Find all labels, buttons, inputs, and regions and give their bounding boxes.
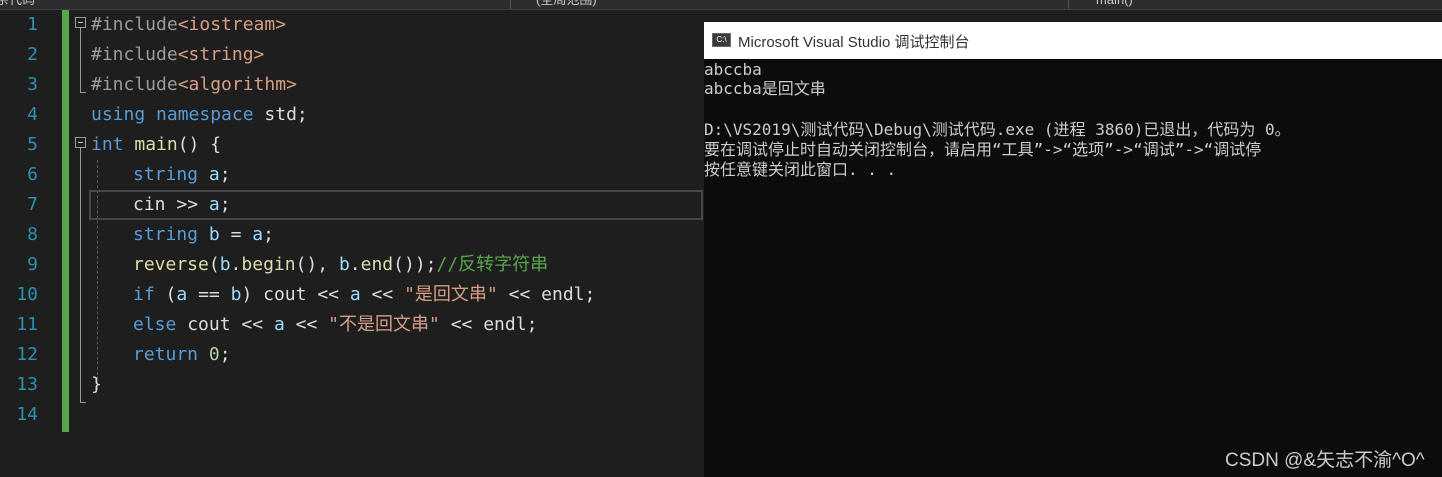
csdn-watermark: CSDN @&矢志不渝^O^ — [1225, 450, 1425, 471]
code-line-3: #include<algorithm> — [91, 74, 297, 95]
line-number: 3 — [27, 74, 38, 95]
line-number: 12 — [16, 344, 38, 365]
member-dropdown[interactable]: main() — [1096, 0, 1133, 9]
code-line-4: using namespace std; — [91, 104, 308, 125]
outline-line — [80, 148, 81, 402]
outline-line — [80, 28, 81, 92]
console-title: Microsoft Visual Studio 调试控制台 — [738, 34, 970, 51]
line-number: 2 — [27, 44, 38, 65]
nav-divider — [1068, 0, 1069, 9]
line-number: 1 — [27, 14, 38, 35]
line-number: 4 — [27, 104, 38, 125]
code-line-10: if (a == b) cout << a << "是回文串" << endl; — [133, 284, 596, 305]
console-title-bar[interactable]: C:\ Microsoft Visual Studio 调试控制台 — [704, 22, 1442, 59]
code-line-11: else cout << a << "不是回文串" << endl; — [133, 314, 538, 335]
line-number: 14 — [16, 404, 38, 425]
code-line-7: cin >> a; — [133, 194, 231, 215]
code-line-2: #include<string> — [91, 44, 265, 65]
console-app-icon: C:\ — [712, 33, 731, 47]
project-dropdown[interactable]: 杂代码 — [0, 0, 35, 9]
navigation-bar: 杂代码 (全局范围) main() — [0, 0, 1442, 10]
console-output-line: D:\VS2019\测试代码\Debug\测试代码.exe (进程 3860)已… — [704, 120, 1291, 139]
collapse-includes-icon[interactable] — [75, 17, 86, 28]
code-line-9: reverse(b.begin(), b.end());//反转字符串 — [133, 254, 549, 275]
console-output-line: abccba — [704, 60, 762, 79]
scope-dropdown[interactable]: (全局范围) — [536, 0, 597, 9]
line-number: 5 — [27, 134, 38, 155]
line-number: 9 — [27, 254, 38, 275]
outline-tick — [80, 402, 86, 403]
code-editor[interactable]: 1 2 3 4 5 6 7 8 9 10 11 12 13 14 #includ… — [0, 10, 704, 477]
code-line-1: #include<iostream> — [91, 14, 287, 35]
line-number: 13 — [16, 374, 38, 395]
console-output-line: abccba是回文串 — [704, 79, 826, 98]
code-line-5: int main() { — [91, 134, 222, 155]
code-line-12: return 0; — [133, 344, 231, 365]
line-number: 11 — [16, 314, 38, 335]
nav-divider — [510, 0, 511, 9]
line-number: 10 — [16, 284, 38, 305]
code-line-8: string b = a; — [133, 224, 274, 245]
console-output-line: 按任意键关闭此窗口. . . — [704, 160, 897, 179]
line-number: 8 — [27, 224, 38, 245]
outline-tick — [80, 92, 86, 93]
console-output-line: 要在调试停止时自动关闭控制台，请启用“工具”->“选项”->“调试”->“调试停 — [704, 140, 1262, 159]
change-indicator-bar — [62, 10, 69, 432]
collapse-main-icon[interactable] — [75, 137, 86, 148]
code-line-6: string a; — [133, 164, 231, 185]
line-number: 7 — [27, 194, 38, 215]
line-number: 6 — [27, 164, 38, 185]
debug-console-window[interactable]: C:\ Microsoft Visual Studio 调试控制台 abccba… — [704, 22, 1442, 477]
code-line-13: } — [91, 374, 102, 395]
